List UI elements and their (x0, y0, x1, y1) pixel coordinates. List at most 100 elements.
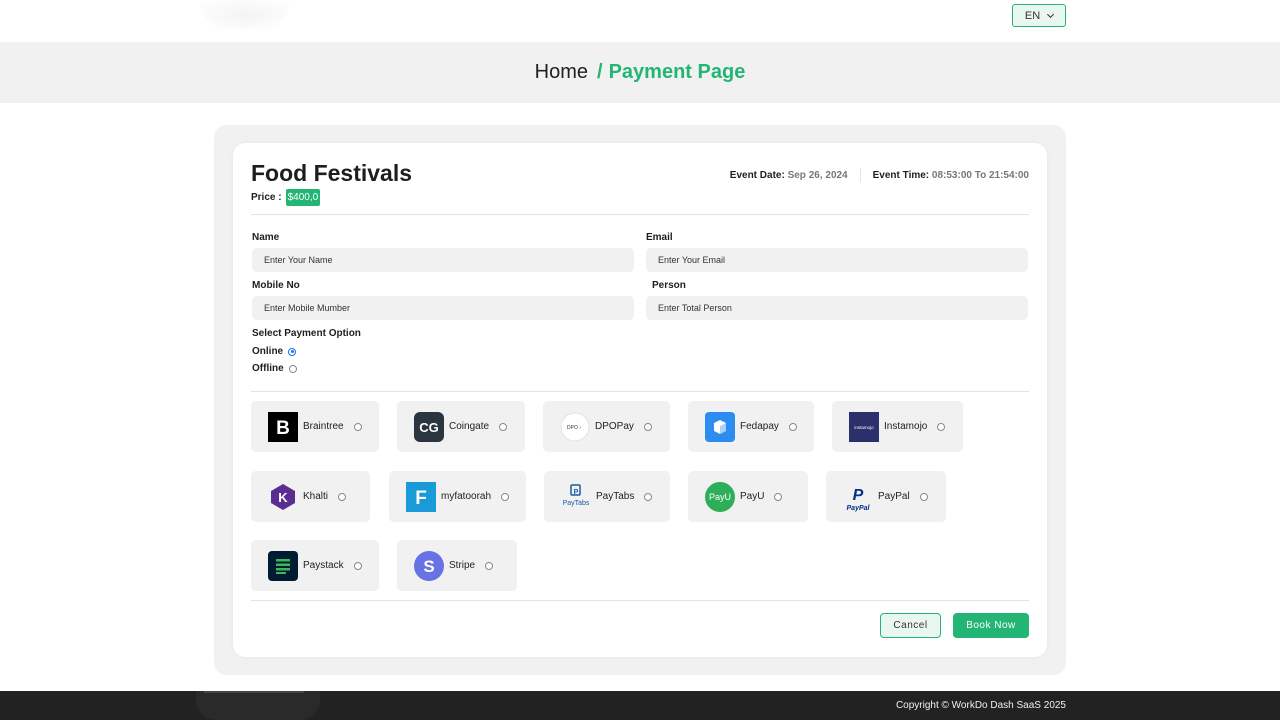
actions-divider (251, 600, 1029, 601)
gateway-name: PayTabs (596, 491, 635, 502)
language-label: EN (1024, 9, 1041, 22)
svg-text:P: P (574, 489, 579, 496)
gateway-paytabs[interactable]: P PayTabs PayTabs (544, 471, 670, 522)
svg-text:CG: CG (419, 420, 439, 435)
event-time-value: 08:53:00 To 21:54:00 (931, 169, 1029, 181)
dpopay-icon: DPO › (560, 412, 590, 442)
book-now-button[interactable]: Book Now (953, 613, 1029, 638)
breadcrumb: Home / Payment Page (0, 42, 1280, 103)
online-radio[interactable] (288, 347, 297, 356)
svg-text:B: B (276, 418, 290, 439)
svg-text:instamojo: instamojo (854, 425, 874, 430)
gateway-name: PayPal (878, 491, 910, 502)
gateway-name: Khalti (303, 491, 329, 502)
offline-option[interactable]: Offline (252, 363, 297, 374)
svg-text:PayTabs: PayTabs (563, 500, 590, 507)
paypal-icon: P PayPal (843, 482, 873, 512)
gateway-radio[interactable] (937, 422, 946, 431)
payu-icon: PayU (705, 481, 735, 512)
breadcrumb-home-link[interactable]: Home (535, 61, 588, 84)
fedapay-icon (705, 411, 735, 442)
event-date: Event Date: Sep 26, 2024 (730, 170, 848, 181)
coingate-icon: CG (414, 411, 444, 442)
gateway-khalti[interactable]: K Khalti (251, 471, 370, 522)
gateway-radio[interactable] (353, 422, 362, 431)
mobile-label: Mobile No (252, 280, 300, 291)
gateway-name: myfatoorah (441, 491, 492, 502)
top-header: EN (0, 0, 1280, 42)
gateway-braintree[interactable]: B Braintree (251, 401, 379, 452)
instamojo-icon: instamojo (849, 411, 879, 442)
svg-text:DPO ›: DPO › (567, 425, 581, 431)
svg-text:S: S (423, 557, 434, 576)
gateway-radio[interactable] (501, 492, 510, 501)
price-row: Price : $400,0 (251, 189, 321, 206)
cancel-button[interactable]: Cancel (880, 613, 941, 638)
khalti-icon: K (268, 482, 298, 512)
svg-text:PayPal: PayPal (847, 505, 871, 512)
footer-logo (196, 691, 320, 720)
gateway-name: Fedapay (740, 421, 779, 432)
gateway-stripe[interactable]: S Stripe (397, 540, 517, 591)
stripe-icon: S (414, 550, 444, 581)
email-input[interactable] (646, 248, 1028, 272)
gateway-dpopay[interactable]: DPO › DPOPay (543, 401, 670, 452)
options-divider (251, 391, 1029, 392)
header-divider (251, 214, 1029, 215)
gateway-paystack[interactable]: Paystack (251, 540, 379, 591)
email-label: Email (646, 232, 673, 243)
copyright-text: Copyright © WorkDo Dash SaaS 2025 (895, 700, 1066, 711)
event-title: Food Festivals (251, 160, 413, 186)
event-date-label: Event Date: (729, 169, 785, 181)
gateway-payu[interactable]: PayU PayU (688, 471, 808, 522)
gateway-paypal[interactable]: P PayPal PayPal (826, 471, 946, 522)
offline-label: Offline (252, 363, 284, 374)
name-label: Name (252, 232, 280, 243)
gateway-name: Paystack (303, 560, 344, 571)
mobile-input[interactable] (252, 296, 634, 320)
footer-logo-line (204, 691, 304, 693)
gateway-radio[interactable] (338, 492, 347, 501)
event-date-value: Sep 26, 2024 (787, 169, 848, 181)
event-time: Event Time: 08:53:00 To 21:54:00 (873, 170, 1029, 181)
event-meta: Event Date: Sep 26, 2024 Event Time: 08:… (730, 168, 1029, 182)
gateway-radio[interactable] (353, 561, 362, 570)
svg-text:K: K (278, 490, 288, 505)
name-input[interactable] (252, 248, 634, 272)
gateway-fedapay[interactable]: Fedapay (688, 401, 814, 452)
logo[interactable] (200, 0, 290, 30)
gateway-instamojo[interactable]: instamojo Instamojo (832, 401, 963, 452)
myfatoorah-icon: F (406, 481, 436, 512)
meta-divider (859, 168, 861, 182)
person-input[interactable] (646, 296, 1028, 320)
gateway-name: Braintree (303, 421, 344, 432)
chevron-down-icon (1047, 10, 1055, 18)
payment-option-label: Select Payment Option (252, 328, 361, 339)
gateway-name: Instamojo (884, 421, 928, 432)
gateway-name: Stripe (449, 560, 476, 571)
braintree-icon: B (268, 411, 298, 442)
gateway-radio[interactable] (644, 492, 653, 501)
gateway-radio[interactable] (774, 492, 783, 501)
person-label: Person (652, 280, 686, 291)
gateway-radio[interactable] (643, 422, 652, 431)
breadcrumb-separator: / (597, 61, 603, 83)
offline-radio[interactable] (288, 364, 297, 373)
gateway-radio[interactable] (499, 422, 508, 431)
gateway-name: DPOPay (595, 421, 634, 432)
online-option[interactable]: Online (252, 346, 297, 357)
gateway-radio[interactable] (485, 561, 494, 570)
breadcrumb-current: Payment Page (608, 61, 746, 83)
svg-text:P: P (853, 487, 864, 504)
svg-text:F: F (415, 488, 427, 509)
gateway-name: PayU (740, 491, 765, 502)
footer: Copyright © WorkDo Dash SaaS 2025 (0, 691, 1280, 720)
gateway-name: Coingate (449, 421, 490, 432)
gateway-radio[interactable] (919, 492, 928, 501)
event-time-label: Event Time: (872, 169, 930, 181)
price-label: Price : (251, 192, 282, 203)
gateway-myfatoorah[interactable]: F myfatoorah (389, 471, 526, 522)
gateway-coingate[interactable]: CG Coingate (397, 401, 525, 452)
language-selector[interactable]: EN (1012, 4, 1066, 27)
gateway-radio[interactable] (788, 422, 797, 431)
